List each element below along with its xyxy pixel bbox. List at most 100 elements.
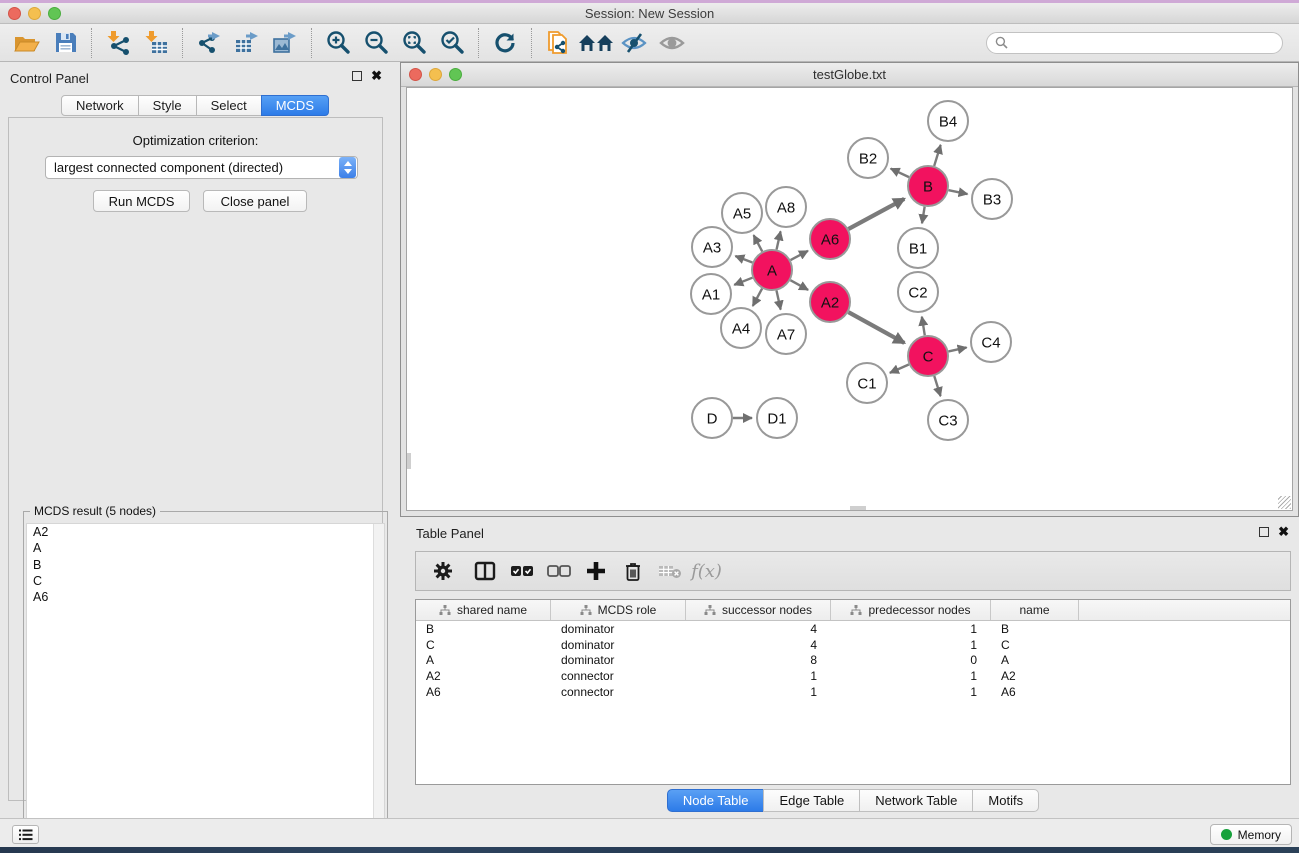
cell-mcds-role[interactable]: dominator bbox=[551, 621, 686, 637]
zoom-in-button[interactable] bbox=[319, 28, 357, 58]
criterion-dropdown[interactable]: largest connected component (directed) bbox=[45, 156, 358, 179]
cell-name[interactable]: C bbox=[991, 637, 1079, 653]
search-input[interactable] bbox=[1013, 36, 1274, 50]
graph-edge[interactable] bbox=[754, 235, 763, 251]
export-network-button[interactable] bbox=[190, 28, 228, 58]
graph-edge[interactable] bbox=[891, 169, 909, 178]
cell-predecessor-nodes[interactable]: 1 bbox=[831, 668, 991, 684]
memory-button[interactable]: Memory bbox=[1210, 824, 1292, 845]
tab-network-table[interactable]: Network Table bbox=[859, 789, 973, 812]
refresh-layout-button[interactable] bbox=[486, 28, 524, 58]
cell-successor-nodes[interactable]: 1 bbox=[686, 684, 831, 700]
graph-edge[interactable] bbox=[776, 291, 780, 310]
save-session-button[interactable] bbox=[46, 28, 84, 58]
task-history-button[interactable] bbox=[12, 825, 39, 844]
cell-mcds-role[interactable]: connector bbox=[551, 684, 686, 700]
mcds-result-list[interactable]: A2 A B C A6 bbox=[26, 523, 385, 850]
zoom-out-button[interactable] bbox=[357, 28, 395, 58]
graph-edge[interactable] bbox=[948, 347, 966, 351]
cell-predecessor-nodes[interactable]: 0 bbox=[831, 653, 991, 669]
cell-mcds-role[interactable]: dominator bbox=[551, 653, 686, 669]
select-all-button[interactable] bbox=[503, 556, 540, 586]
cell-name[interactable]: A2 bbox=[991, 668, 1079, 684]
open-session-button[interactable] bbox=[8, 28, 46, 58]
graph-edge[interactable] bbox=[922, 317, 925, 336]
cell-successor-nodes[interactable]: 4 bbox=[686, 637, 831, 653]
column-header-predecessor-nodes[interactable]: predecessor nodes bbox=[831, 600, 991, 620]
show-all-button[interactable] bbox=[653, 28, 691, 58]
tab-edge-table[interactable]: Edge Table bbox=[763, 789, 860, 812]
cell-shared-name[interactable]: B bbox=[416, 621, 551, 637]
function-builder-button[interactable]: f(x) bbox=[688, 556, 725, 586]
show-column-panel-button[interactable] bbox=[466, 556, 503, 586]
cell-successor-nodes[interactable]: 1 bbox=[686, 668, 831, 684]
float-panel-icon[interactable] bbox=[1259, 527, 1269, 537]
tab-motifs[interactable]: Motifs bbox=[972, 789, 1039, 812]
import-network-button[interactable] bbox=[99, 28, 137, 58]
network-canvas[interactable]: AA1A2A3A4A5A6A7A8BB1B2B3B4CC1C2C3C4DD1 bbox=[406, 87, 1293, 511]
result-item[interactable]: C bbox=[27, 573, 384, 589]
graph-edge[interactable] bbox=[735, 256, 752, 263]
zoom-fit-button[interactable] bbox=[395, 28, 433, 58]
tab-network[interactable]: Network bbox=[61, 95, 139, 116]
export-image-button[interactable] bbox=[266, 28, 304, 58]
tab-select[interactable]: Select bbox=[196, 95, 262, 116]
delete-table-button[interactable] bbox=[651, 556, 688, 586]
vertical-scrollbar-thumb[interactable] bbox=[407, 453, 411, 469]
float-panel-icon[interactable] bbox=[352, 71, 362, 81]
graph-edge[interactable] bbox=[922, 207, 925, 224]
result-scrollbar[interactable] bbox=[373, 524, 384, 849]
table-row[interactable]: A2 connector 1 1 A2 bbox=[416, 668, 1290, 684]
cell-shared-name[interactable]: A6 bbox=[416, 684, 551, 700]
graph-edge[interactable] bbox=[790, 280, 808, 290]
cell-shared-name[interactable]: C bbox=[416, 637, 551, 653]
cell-successor-nodes[interactable]: 4 bbox=[686, 621, 831, 637]
add-column-button[interactable] bbox=[577, 556, 614, 586]
cell-predecessor-nodes[interactable]: 1 bbox=[831, 621, 991, 637]
cell-predecessor-nodes[interactable]: 1 bbox=[831, 684, 991, 700]
cell-shared-name[interactable]: A2 bbox=[416, 668, 551, 684]
cell-predecessor-nodes[interactable]: 1 bbox=[831, 637, 991, 653]
table-row[interactable]: A dominator 8 0 A bbox=[416, 653, 1290, 669]
result-item[interactable]: A6 bbox=[27, 589, 384, 605]
network-window-titlebar[interactable]: testGlobe.txt bbox=[401, 63, 1298, 87]
delete-column-button[interactable] bbox=[614, 556, 651, 586]
close-panel-button[interactable]: Close panel bbox=[203, 190, 307, 212]
graph-edge[interactable] bbox=[791, 251, 808, 260]
run-mcds-button[interactable]: Run MCDS bbox=[93, 190, 190, 212]
horizontal-scrollbar-thumb[interactable] bbox=[850, 506, 866, 510]
graph-edge[interactable] bbox=[734, 278, 752, 285]
cell-mcds-role[interactable]: dominator bbox=[551, 637, 686, 653]
result-item[interactable]: A2 bbox=[27, 524, 384, 540]
graph-edge[interactable] bbox=[848, 199, 904, 229]
table-row[interactable]: C dominator 4 1 C bbox=[416, 637, 1290, 653]
cell-name[interactable]: B bbox=[991, 621, 1079, 637]
cell-successor-nodes[interactable]: 8 bbox=[686, 653, 831, 669]
cell-name[interactable]: A bbox=[991, 653, 1079, 669]
close-panel-icon[interactable]: ✖ bbox=[371, 71, 382, 81]
export-table-button[interactable] bbox=[228, 28, 266, 58]
tab-style[interactable]: Style bbox=[138, 95, 197, 116]
table-row[interactable]: A6 connector 1 1 A6 bbox=[416, 684, 1290, 700]
graph-edge[interactable] bbox=[890, 364, 909, 372]
network-overview-button[interactable] bbox=[577, 28, 615, 58]
column-header-successor-nodes[interactable]: successor nodes bbox=[686, 600, 831, 620]
graph-edge[interactable] bbox=[934, 376, 940, 396]
close-panel-icon[interactable]: ✖ bbox=[1278, 527, 1289, 537]
graph-edge[interactable] bbox=[753, 289, 762, 306]
import-table-button[interactable] bbox=[137, 28, 175, 58]
result-item[interactable]: B bbox=[27, 557, 384, 573]
window-resize-grip[interactable] bbox=[1278, 496, 1291, 509]
column-header-name[interactable]: name bbox=[991, 600, 1079, 620]
tab-mcds[interactable]: MCDS bbox=[261, 95, 329, 116]
cell-name[interactable]: A6 bbox=[991, 684, 1079, 700]
hide-selected-button[interactable] bbox=[615, 28, 653, 58]
column-header-mcds-role[interactable]: MCDS role bbox=[551, 600, 686, 620]
result-item[interactable]: A bbox=[27, 540, 384, 556]
zoom-selected-button[interactable] bbox=[433, 28, 471, 58]
search-field[interactable] bbox=[986, 32, 1283, 54]
graph-edge[interactable] bbox=[848, 312, 904, 343]
cell-shared-name[interactable]: A bbox=[416, 653, 551, 669]
tab-node-table[interactable]: Node Table bbox=[667, 789, 765, 812]
table-settings-button[interactable] bbox=[424, 556, 461, 586]
